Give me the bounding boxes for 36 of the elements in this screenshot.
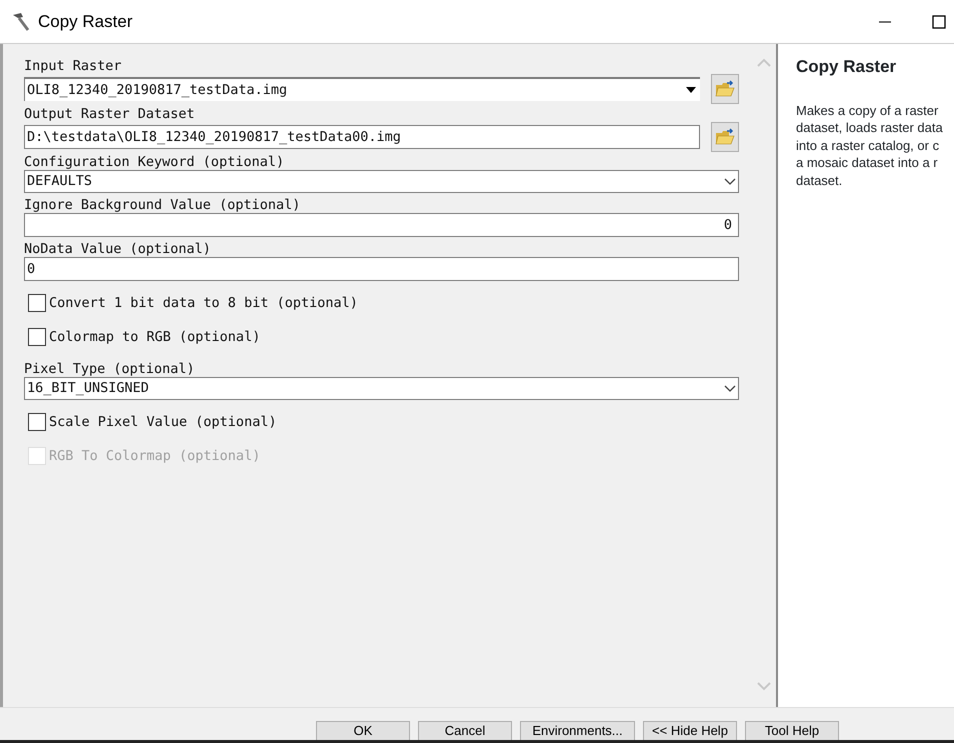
field-label: Ignore Background Value (optional) (24, 197, 302, 213)
help-text: a mosaic dataset into a r (796, 154, 939, 172)
help-text: Makes a copy of a raster (796, 102, 940, 119)
dialog-button[interactable]: Tool Help (745, 721, 839, 741)
maximize-icon[interactable] (932, 14, 946, 28)
input-field[interactable]: 0 (24, 213, 739, 237)
folder-icon (715, 80, 735, 98)
help-text: dataset, loads raster data (796, 119, 944, 136)
dialog-button[interactable]: Environments... (520, 721, 635, 741)
dialog-button[interactable]: Cancel (418, 721, 512, 741)
dialog-button[interactable]: << Hide Help (643, 721, 737, 741)
dialog-button[interactable]: OK (316, 721, 410, 741)
dropdown[interactable]: DEFAULTS (24, 170, 739, 193)
checkbox-label: RGB To Colormap (optional) (49, 446, 260, 466)
dropdown[interactable]: 16_BIT_UNSIGNED (24, 377, 739, 400)
input-field[interactable]: 0 (24, 257, 739, 281)
chevron-down-icon (724, 178, 736, 186)
field-label: Output Raster Dataset (24, 106, 196, 122)
window-title: Copy Raster (38, 10, 132, 33)
field-label: Input Raster (24, 58, 123, 74)
checkbox-label: Scale Pixel Value (optional) (49, 412, 277, 432)
help-text: into a raster catalog, or c (796, 136, 940, 154)
help-text: dataset. (796, 172, 844, 189)
checkbox[interactable] (28, 328, 46, 346)
checkbox[interactable] (28, 294, 46, 312)
chevron-down-icon (724, 384, 736, 392)
checkbox-label: Convert 1 bit data to 8 bit (optional) (49, 294, 358, 313)
checkbox[interactable] (28, 413, 46, 431)
field-label: Pixel Type (optional) (24, 361, 196, 377)
checkbox-label: Colormap to RGB (optional) (49, 328, 260, 347)
help-title: Copy Raster (796, 56, 898, 78)
field-label: Configuration Keyword (optional) (24, 154, 286, 170)
combo-box[interactable]: OLI8_12340_20190817_testData.img (24, 77, 700, 101)
field-label: NoData Value (optional) (24, 241, 212, 257)
input-field[interactable]: D:\testdata\OLI8_12340_20190817_testData00.img (24, 125, 700, 149)
folder-icon (715, 128, 735, 146)
